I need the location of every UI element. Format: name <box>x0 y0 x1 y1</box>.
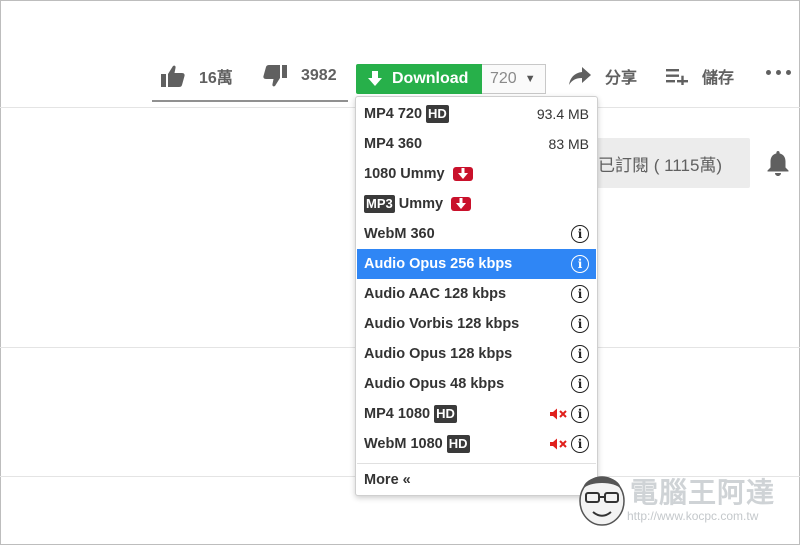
save-button[interactable]: 儲存 <box>666 62 734 90</box>
bell-icon <box>767 151 789 176</box>
muted-speaker-icon <box>550 408 567 420</box>
like-button[interactable]: 16萬 <box>161 62 233 90</box>
dot-icon <box>766 70 771 75</box>
menu-divider <box>357 463 596 464</box>
format-label: MP4 720 <box>364 106 423 122</box>
dot-icon <box>776 70 781 75</box>
menu-item-audio-opus-128[interactable]: Audio Opus 128 kbps i <box>357 339 596 369</box>
notification-bell-button[interactable] <box>766 150 790 181</box>
file-size: 93.4 MB <box>536 106 589 122</box>
info-icon[interactable]: i <box>571 315 589 333</box>
watermark-title: 電腦王阿達 <box>630 477 776 508</box>
ummy-download-icon <box>452 167 473 181</box>
format-label: MP4 360 <box>364 136 423 152</box>
format-label: MP4 1080 <box>364 406 431 422</box>
mp3-badge: MP3 <box>364 195 395 213</box>
format-label: Audio Vorbis 128 kbps <box>364 316 520 332</box>
menu-item-1080-ummy[interactable]: 1080 Ummy <box>357 159 596 189</box>
menu-item-audio-aac-128[interactable]: Audio AAC 128 kbps i <box>357 279 596 309</box>
thumbs-up-icon <box>161 65 185 87</box>
menu-item-audio-vorbis-128[interactable]: Audio Vorbis 128 kbps i <box>357 309 596 339</box>
download-arrow-icon <box>368 71 382 86</box>
ummy-download-icon <box>451 197 472 211</box>
menu-item-mp4-360[interactable]: MP4 360 83 MB <box>357 129 596 159</box>
info-icon[interactable]: i <box>571 225 589 243</box>
like-count: 16萬 <box>199 70 233 87</box>
download-button[interactable]: Download <box>356 64 482 94</box>
more-label: More « <box>364 472 411 488</box>
download-group: Download 720 ▼ <box>356 64 546 94</box>
menu-item-more[interactable]: More « <box>357 465 596 495</box>
format-label: Audio AAC 128 kbps <box>364 286 507 302</box>
format-label: 1080 Ummy <box>364 166 445 182</box>
quality-select[interactable]: 720 ▼ <box>482 64 546 94</box>
like-sentiment-bar <box>152 100 348 102</box>
menu-item-webm-360[interactable]: WebM 360 i <box>357 219 596 249</box>
subscribe-button[interactable]: 已訂閱 ( 1115萬) <box>578 138 750 188</box>
info-icon[interactable]: i <box>571 375 589 393</box>
save-label: 儲存 <box>702 70 735 87</box>
menu-item-mp4-720[interactable]: MP4 720 HD 93.4 MB <box>357 99 596 129</box>
hd-badge: HD <box>446 435 470 453</box>
share-button[interactable]: 分享 <box>569 62 637 90</box>
dislike-count: 3982 <box>301 67 337 84</box>
dot-icon <box>786 70 791 75</box>
share-arrow-icon <box>569 67 591 85</box>
menu-item-webm-1080[interactable]: WebM 1080 HD i <box>357 429 596 459</box>
info-icon[interactable]: i <box>571 285 589 303</box>
watermark-url: http://www.kocpc.com.tw <box>627 509 759 523</box>
format-label: Audio Opus 48 kbps <box>364 376 505 392</box>
menu-item-audio-opus-256[interactable]: Audio Opus 256 kbps i <box>357 249 596 279</box>
muted-speaker-icon <box>550 438 567 450</box>
dislike-button[interactable]: 3982 <box>263 62 337 90</box>
format-label: Ummy <box>398 196 444 212</box>
info-icon[interactable]: i <box>571 405 589 423</box>
hd-badge: HD <box>426 105 449 123</box>
menu-item-audio-opus-48[interactable]: Audio Opus 48 kbps i <box>357 369 596 399</box>
menu-item-mp4-1080[interactable]: MP4 1080 HD i <box>357 399 596 429</box>
more-actions-button[interactable] <box>766 70 791 75</box>
share-label: 分享 <box>605 70 638 87</box>
quality-value: 720 <box>490 70 517 87</box>
thumbs-down-icon <box>263 65 287 87</box>
info-icon[interactable]: i <box>571 345 589 363</box>
format-label: WebM 1080 <box>364 436 443 452</box>
info-icon[interactable]: i <box>571 255 589 273</box>
info-icon[interactable]: i <box>571 435 589 453</box>
download-button-label: Download <box>392 70 469 87</box>
chevron-down-icon: ▼ <box>524 73 536 85</box>
file-size: 83 MB <box>548 136 589 152</box>
format-label: Audio Opus 128 kbps <box>364 346 513 362</box>
download-format-menu: MP4 720 HD 93.4 MB MP4 360 83 MB 1080 Um… <box>355 96 598 496</box>
menu-item-mp3-ummy[interactable]: MP3 Ummy <box>357 189 596 219</box>
hd-badge: HD <box>434 405 457 423</box>
format-label: Audio Opus 256 kbps <box>364 256 513 272</box>
playlist-add-icon <box>666 69 688 85</box>
format-label: WebM 360 <box>364 226 435 242</box>
subscribe-label: 已訂閱 ( 1115萬) <box>598 155 723 175</box>
